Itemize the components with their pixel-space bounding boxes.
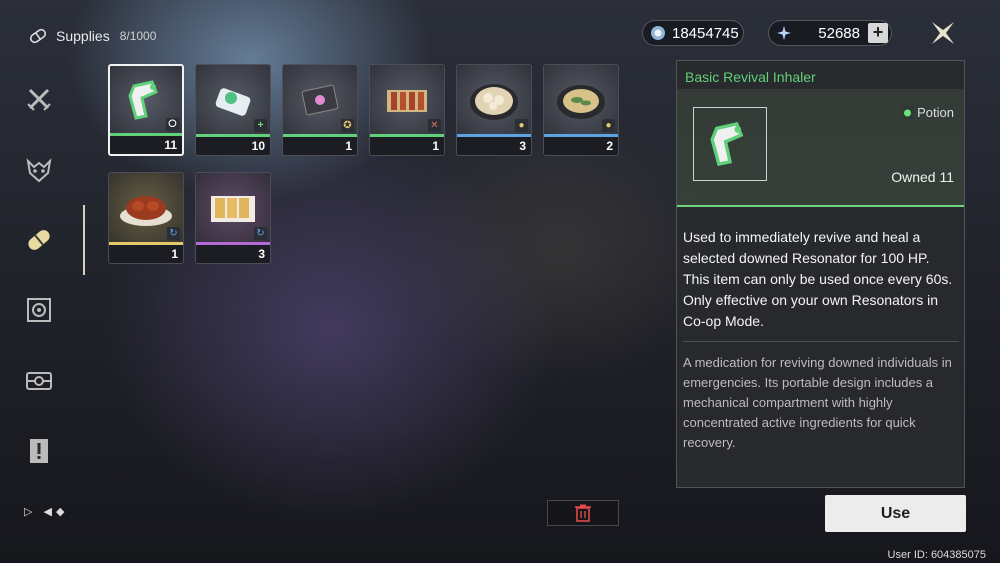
item-dumpling-dish[interactable]: ● 3: [456, 64, 532, 156]
sidebar-item-resources[interactable]: [22, 364, 56, 398]
sidebar-item-weapon[interactable]: [22, 82, 56, 116]
close-button[interactable]: [928, 18, 958, 48]
item-quantity: 3: [196, 245, 270, 263]
close-icon: [932, 22, 954, 44]
sidebar-item-quest[interactable]: [22, 434, 56, 468]
item-quantity: 3: [457, 137, 531, 155]
fried-snack-icon: [211, 196, 255, 222]
demon-mask-icon: [26, 158, 52, 183]
pill-icon: [29, 28, 47, 44]
user-id: User ID: 604385075: [887, 549, 986, 561]
item-quantity: 1: [109, 245, 183, 263]
item-roast-chicken[interactable]: ↻ 1: [108, 172, 184, 264]
item-lore: A medication for reviving downed individ…: [683, 355, 952, 450]
active-tab-indicator: [83, 205, 85, 275]
person-icon: ●: [602, 119, 615, 132]
astrite-icon: [777, 26, 791, 40]
inhaler-icon: [710, 121, 744, 167]
medal-icon: ✪: [341, 119, 354, 132]
supplies-header: Supplies 8/1000: [28, 26, 156, 46]
item-skewers[interactable]: ✕ 1: [369, 64, 445, 156]
cycle-icon: ↻: [254, 227, 267, 240]
item-quantity: 11: [110, 136, 182, 154]
item-healing-kit[interactable]: + 10: [195, 64, 271, 156]
pill-icon: [28, 230, 50, 250]
sidebar-footer-icons[interactable]: ▷ ◀◆: [24, 505, 68, 518]
dumpling-dish-icon: [470, 84, 518, 120]
sidebar-item-echo[interactable]: [22, 153, 56, 187]
exclamation-icon: [30, 439, 48, 463]
item-soup-dish[interactable]: ● 2: [543, 64, 619, 156]
item-sticker[interactable]: ✪ 1: [282, 64, 358, 156]
item-detail-panel: Basic Revival Inhaler Potion Owned 11 Us…: [676, 60, 965, 488]
owned-count: Owned 11: [891, 169, 954, 185]
item-quantity: 2: [544, 137, 618, 155]
cross-icon: ✕: [428, 119, 441, 132]
currency-astrite: 52688 +: [768, 20, 892, 46]
sticker-icon: [301, 84, 339, 116]
item-quantity: 1: [283, 137, 357, 155]
use-button[interactable]: Use: [825, 495, 966, 532]
person-icon: ●: [515, 119, 528, 132]
item-preview: [693, 107, 767, 181]
roast-chicken-icon: [120, 196, 172, 226]
skewers-icon: [387, 90, 427, 112]
shell-credit-icon: [651, 26, 665, 40]
divider: [683, 341, 959, 342]
item-basic-revival-inhaler[interactable]: ⵔ 11: [108, 64, 184, 156]
currency-shell-credit: 18454745: [642, 20, 744, 46]
healing-kit-icon: [215, 88, 251, 116]
inhaler-icon: [128, 80, 158, 120]
potion-icon: [901, 106, 915, 119]
sidebar: Supplies 8/1000 ▷ ◀◆: [0, 0, 156, 563]
item-type: Potion: [901, 105, 954, 120]
item-quantity: 1: [370, 137, 444, 155]
cycle-icon: ↻: [167, 227, 180, 240]
sidebar-item-supplies[interactable]: [22, 223, 56, 257]
gear-target-icon: [27, 298, 51, 322]
trash-icon: [575, 504, 591, 522]
item-type-label: Potion: [917, 105, 954, 120]
astrite-value: 52688: [818, 24, 860, 42]
box-icon: [26, 372, 52, 390]
supplies-label: Supplies: [56, 28, 110, 44]
item-fried-snack[interactable]: ↻ 3: [195, 172, 271, 264]
potion-icon: ⵔ: [166, 118, 179, 131]
supplies-count: 8/1000: [119, 29, 157, 43]
rarity-line: [677, 205, 964, 207]
scroll-fade: [677, 447, 964, 487]
item-title: Basic Revival Inhaler: [685, 69, 816, 85]
sidebar-item-development[interactable]: [22, 293, 56, 327]
crossed-swords-icon: [27, 88, 51, 111]
add-astrite-button[interactable]: +: [868, 23, 888, 43]
soup-dish-icon: [557, 85, 605, 119]
item-quantity: 10: [196, 137, 270, 155]
shell-credit-value: 18454745: [672, 24, 739, 42]
discard-button[interactable]: [547, 500, 619, 526]
plus-icon: +: [254, 119, 267, 132]
item-description: Used to immediately revive and heal a se…: [683, 229, 953, 329]
